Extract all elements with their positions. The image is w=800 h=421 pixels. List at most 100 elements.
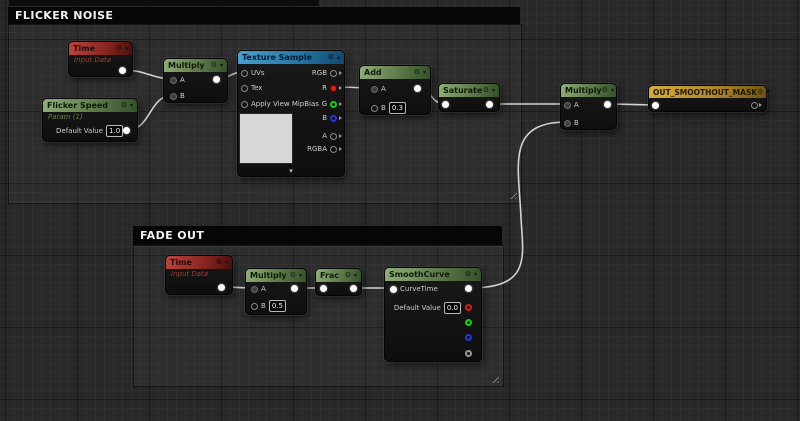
node-header[interactable]: Time ⚙▾ — [166, 256, 232, 269]
pin-label: RGBA — [307, 146, 327, 153]
node-smoothcurve[interactable]: SmoothCurve ⚙▾ CurveTime Default Value 0… — [384, 267, 482, 362]
output-pin[interactable] — [350, 285, 357, 292]
input-pin-a[interactable] — [564, 102, 571, 109]
node-header[interactable]: OUT_SMOOTHOUT_MASK ⚙▾ — [649, 86, 766, 98]
gear-icon[interactable]: ⚙ — [414, 69, 420, 76]
material-graph-canvas[interactable]: { "icons": { "gear": "⚙", "chevron_down"… — [0, 0, 800, 421]
chevron-down-icon[interactable]: ▾ — [611, 88, 614, 94]
input-pin[interactable] — [442, 101, 449, 108]
output-pin-r[interactable] — [465, 304, 472, 311]
default-value-input[interactable]: 1.0 — [106, 125, 123, 137]
gear-icon[interactable]: ⚙ — [121, 102, 127, 109]
node-header[interactable]: SmoothCurve ⚙▾ — [385, 268, 481, 281]
chevron-down-icon[interactable]: ▾ — [130, 103, 133, 109]
output-pin-g[interactable] — [330, 101, 337, 108]
node-multiply[interactable]: Multiply ⚙▾ A B — [163, 58, 228, 103]
output-pin[interactable] — [123, 127, 130, 134]
chevron-down-icon[interactable]: ▾ — [220, 63, 223, 69]
input-pin-b[interactable] — [371, 105, 378, 112]
node-multiply[interactable]: Multiply ⚙▾ A B 0.5 — [245, 268, 307, 315]
node-title: Flicker Speed — [47, 101, 108, 110]
input-pin-a[interactable] — [371, 86, 378, 93]
node-header[interactable]: Add ⚙▾ — [360, 66, 430, 79]
gear-icon[interactable]: ⚙ — [483, 87, 489, 94]
node-header[interactable]: Flicker Speed ⚙▾ — [43, 99, 137, 112]
output-pin[interactable] — [218, 284, 225, 291]
node-header[interactable]: Frac ⚙▾ — [316, 269, 361, 282]
gear-icon[interactable]: ⚙ — [465, 271, 471, 278]
node-time[interactable]: Time ⚙▾ Input Data — [68, 41, 133, 77]
output-pin-b[interactable] — [330, 115, 337, 122]
output-pin[interactable] — [486, 101, 493, 108]
gear-icon[interactable]: ⚙ — [602, 87, 608, 94]
chevron-down-icon[interactable]: ▾ — [299, 273, 302, 279]
gear-icon[interactable]: ⚙ — [211, 62, 217, 69]
pin-arrow-icon — [339, 116, 342, 120]
chevron-down-icon[interactable]: ▾ — [354, 273, 357, 279]
node-header[interactable]: Multiply ⚙▾ — [246, 269, 306, 282]
output-pin[interactable] — [604, 101, 611, 108]
node-add[interactable]: Add ⚙▾ A B 0.3 — [359, 65, 431, 115]
gear-icon[interactable]: ⚙ — [345, 272, 351, 279]
output-pin[interactable] — [751, 102, 758, 109]
input-pin-a[interactable] — [170, 77, 177, 84]
input-pin[interactable] — [652, 102, 659, 109]
pin-b-value-input[interactable]: 0.5 — [269, 300, 286, 312]
node-title: Frac — [320, 271, 339, 280]
node-out-smoothout-mask[interactable]: OUT_SMOOTHOUT_MASK ⚙▾ — [648, 85, 767, 112]
chevron-down-icon[interactable]: ▾ — [225, 260, 228, 266]
node-header[interactable]: Time ⚙▾ — [69, 42, 132, 55]
comment-flicker-noise-titlebar[interactable]: FLICKER NOISE — [8, 7, 520, 24]
partial-comment-bar[interactable] — [9, 0, 319, 6]
output-pin-a[interactable] — [330, 133, 337, 140]
chevron-down-icon[interactable]: ▾ — [423, 70, 426, 76]
input-pin-b[interactable] — [251, 303, 258, 310]
pin-label: RGB — [312, 70, 327, 77]
default-value-input[interactable]: 0.0 — [444, 302, 461, 314]
node-header[interactable]: Saturate ⚙▾ — [439, 84, 499, 97]
node-texture-sample[interactable]: Texture Sample ⚙▴ UVs Tex Apply View Mip… — [237, 50, 345, 177]
output-pin[interactable] — [213, 76, 220, 83]
texture-preview[interactable] — [239, 113, 293, 164]
input-pin-a[interactable] — [251, 286, 258, 293]
output-pin[interactable] — [291, 285, 298, 292]
node-title: Multiply — [250, 271, 287, 280]
gear-icon[interactable]: ⚙ — [328, 54, 334, 61]
pin-label: A — [180, 77, 185, 84]
input-pin-curvetime[interactable] — [390, 286, 397, 293]
node-header[interactable]: Multiply ⚙▾ — [561, 84, 616, 97]
gear-icon[interactable]: ⚙ — [116, 45, 122, 52]
node-flicker-speed[interactable]: Flicker Speed ⚙▾ Param (1) Default Value… — [42, 98, 138, 142]
node-header[interactable]: Multiply ⚙▾ — [164, 59, 227, 72]
node-multiply[interactable]: Multiply ⚙▾ A B — [560, 83, 617, 130]
node-saturate[interactable]: Saturate ⚙▾ — [438, 83, 500, 112]
output-pin-rgb[interactable] — [330, 70, 337, 77]
gear-icon[interactable]: ⚙ — [757, 89, 763, 96]
output-pin-rgba[interactable] — [330, 146, 337, 153]
chevron-down-icon[interactable]: ▾ — [125, 46, 128, 52]
pin-arrow-icon — [339, 147, 342, 151]
output-pin-g[interactable] — [465, 319, 472, 326]
comment-fade-out-titlebar[interactable]: FADE OUT — [133, 226, 502, 245]
input-pin-b[interactable] — [170, 93, 177, 100]
chevron-up-icon[interactable]: ▴ — [337, 55, 340, 61]
node-time[interactable]: Time ⚙▾ Input Data — [165, 255, 233, 295]
input-pin-b[interactable] — [564, 120, 571, 127]
output-pin-b[interactable] — [465, 334, 472, 341]
output-pin[interactable] — [465, 285, 472, 292]
pin-b-value-input[interactable]: 0.3 — [389, 102, 406, 114]
chevron-down-icon[interactable]: ▾ — [766, 89, 769, 95]
output-pin[interactable] — [414, 85, 421, 92]
node-title: Add — [364, 68, 382, 77]
output-pin[interactable] — [119, 67, 126, 74]
node-header[interactable]: Texture Sample ⚙▴ — [238, 51, 344, 64]
output-pin-r[interactable] — [330, 85, 337, 92]
chevron-down-icon[interactable]: ▾ — [474, 272, 477, 278]
input-pin[interactable] — [320, 285, 327, 292]
gear-icon[interactable]: ⚙ — [290, 272, 296, 279]
node-frac[interactable]: Frac ⚙▾ — [315, 268, 362, 296]
chevron-down-icon[interactable]: ▾ — [492, 88, 495, 94]
output-pin-a[interactable] — [465, 350, 472, 357]
gear-icon[interactable]: ⚙ — [216, 259, 222, 266]
node-expander-chevron[interactable]: ▾ — [238, 168, 344, 175]
